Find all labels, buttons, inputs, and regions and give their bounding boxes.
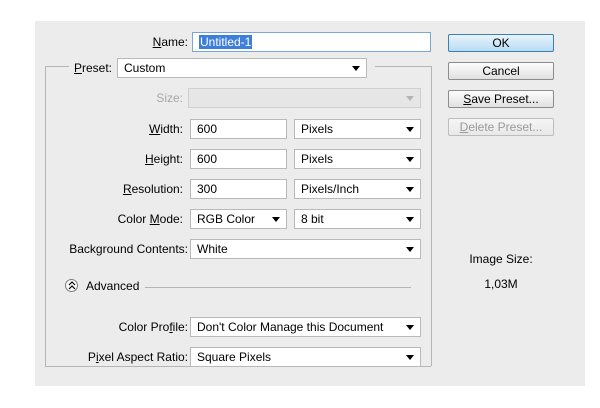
chevron-down-icon xyxy=(406,127,414,132)
width-unit-value: Pixels xyxy=(301,122,334,136)
background-contents-value: White xyxy=(197,242,228,256)
width-input[interactable]: 600 xyxy=(190,119,287,139)
width-unit-select[interactable]: Pixels xyxy=(294,119,421,139)
background-contents-select[interactable]: White xyxy=(190,239,421,259)
color-profile-value: Don't Color Manage this Document xyxy=(197,320,384,334)
preset-label: Preset: xyxy=(73,61,112,75)
chevron-down-icon xyxy=(406,217,414,222)
ok-button[interactable]: OK xyxy=(448,34,554,52)
preset-group-right xyxy=(431,66,432,366)
chevron-down-icon xyxy=(406,96,414,101)
chevron-down-icon xyxy=(352,66,360,71)
bit-depth-value: 8 bit xyxy=(301,212,324,226)
advanced-toggle-button[interactable] xyxy=(65,279,78,292)
pixel-aspect-ratio-value: Square Pixels xyxy=(197,350,272,364)
color-mode-select[interactable]: RGB Color xyxy=(190,209,287,229)
preset-select[interactable]: Custom xyxy=(117,58,367,78)
name-label: Name: xyxy=(152,35,188,49)
pixel-aspect-ratio-label: Pixel Aspect Ratio: xyxy=(87,350,188,364)
bit-depth-select[interactable]: 8 bit xyxy=(294,209,421,229)
height-input[interactable]: 600 xyxy=(190,149,287,169)
advanced-divider xyxy=(145,287,411,288)
color-mode-value: RGB Color xyxy=(197,212,256,226)
chevron-down-icon xyxy=(406,157,414,162)
color-mode-label: Color Mode: xyxy=(117,212,183,226)
chevron-down-icon xyxy=(406,187,414,192)
delete-preset-button: Delete Preset... xyxy=(448,118,554,136)
resolution-input[interactable]: 300 xyxy=(190,179,287,199)
chevron-down-icon xyxy=(406,325,414,330)
height-unit-value: Pixels xyxy=(301,152,334,166)
width-label: Width: xyxy=(148,122,183,136)
preset-select-value: Custom xyxy=(124,61,166,75)
background-contents-label: Background Contents: xyxy=(69,242,188,256)
resolution-unit-select[interactable]: Pixels/Inch xyxy=(294,179,421,199)
image-size-label: Image Size: xyxy=(469,252,533,266)
height-unit-select[interactable]: Pixels xyxy=(294,149,421,169)
preset-group-top-right xyxy=(375,66,431,67)
height-label: Height: xyxy=(144,152,183,166)
pixel-aspect-ratio-select[interactable]: Square Pixels xyxy=(190,347,421,367)
advanced-label: Advanced xyxy=(86,279,140,293)
resolution-unit-value: Pixels/Inch xyxy=(301,182,360,196)
size-label: Size: xyxy=(156,91,183,105)
name-input-value: Untitled-1 xyxy=(199,35,253,49)
color-profile-label: Color Profile: xyxy=(118,320,188,334)
new-document-dialog: Name: Untitled-1 Preset: Custom Size: Wi… xyxy=(35,21,585,386)
save-preset-button[interactable]: Save Preset... xyxy=(448,90,554,108)
color-profile-select[interactable]: Don't Color Manage this Document xyxy=(190,317,421,337)
image-size-value: 1,03M xyxy=(484,277,518,291)
chevron-down-icon xyxy=(406,355,414,360)
cancel-button[interactable]: Cancel xyxy=(448,62,554,80)
chevron-down-icon xyxy=(406,247,414,252)
name-input[interactable]: Untitled-1 xyxy=(192,32,431,52)
size-select xyxy=(188,88,421,108)
chevron-up-double-icon xyxy=(68,281,76,290)
resolution-label: Resolution: xyxy=(122,182,183,196)
chevron-down-icon xyxy=(272,217,280,222)
